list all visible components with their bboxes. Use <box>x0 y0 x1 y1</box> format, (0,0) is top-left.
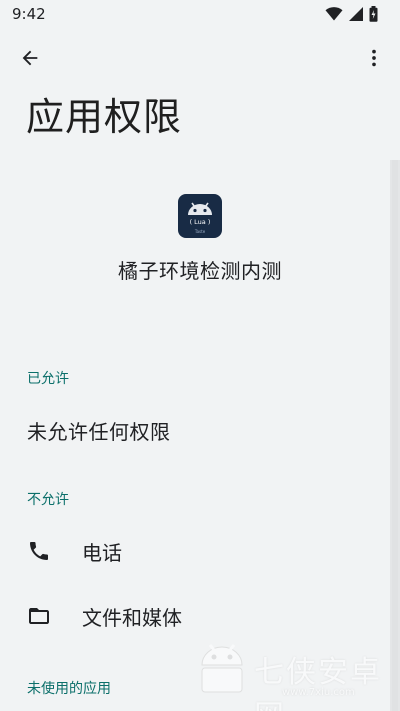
section-header-unused-apps: 未使用的应用 <box>27 681 111 697</box>
app-icon: ( Lua ) Taste <box>178 194 222 238</box>
wifi-icon <box>325 7 343 21</box>
app-icon-label: ( Lua ) <box>190 218 211 226</box>
watermark-url: www.7xiu.com <box>282 687 355 698</box>
permission-item-phone[interactable]: 电话 <box>0 523 390 579</box>
watermark-text: 七侠安卓网 <box>254 655 382 711</box>
cellular-signal-icon <box>349 7 363 21</box>
app-info: ( Lua ) Taste 橘子环境检测内测 <box>0 194 400 284</box>
toolbar <box>0 38 400 78</box>
more-options-button[interactable] <box>358 42 390 74</box>
permission-label: 电话 <box>82 541 122 565</box>
more-vert-icon <box>372 49 376 67</box>
status-icons <box>325 6 378 22</box>
app-icon-caption: Taste <box>194 229 206 234</box>
app-name: 橘子环境检测内测 <box>118 259 282 283</box>
folder-icon <box>29 608 49 624</box>
section-header-not-allowed: 不允许 <box>27 492 69 508</box>
page-title: 应用权限 <box>26 95 183 139</box>
status-time: 9:42 <box>12 5 46 23</box>
arrow-back-icon <box>22 50 38 66</box>
android-icon: ( Lua ) Taste <box>188 202 212 234</box>
scrollbar[interactable] <box>390 160 400 711</box>
permission-label: 文件和媒体 <box>82 606 182 630</box>
phone-icon <box>30 542 48 560</box>
watermark: 七侠安卓网 www.7xiu.com <box>194 635 394 711</box>
battery-icon <box>369 6 378 22</box>
scrollbar-thumb[interactable] <box>392 160 398 711</box>
section-header-allowed: 已允许 <box>27 371 69 387</box>
no-permissions-allowed-text: 未允许任何权限 <box>27 420 171 444</box>
back-button[interactable] <box>14 42 46 74</box>
status-bar: 9:42 <box>0 0 400 28</box>
android-robot-icon <box>201 644 243 693</box>
